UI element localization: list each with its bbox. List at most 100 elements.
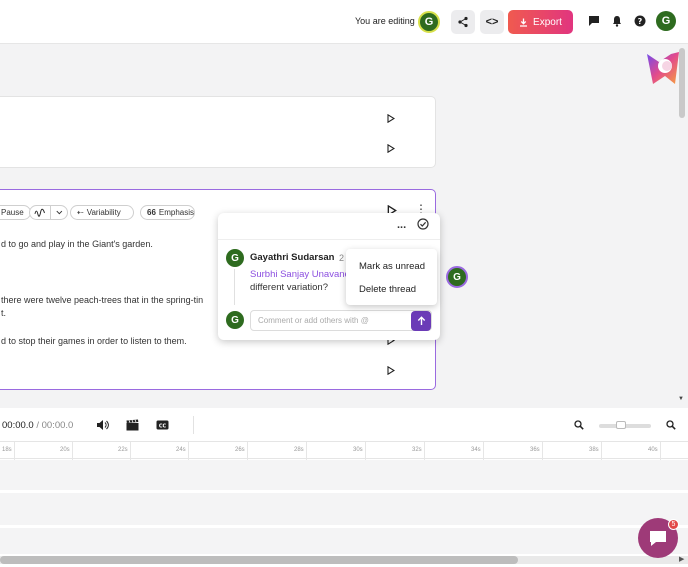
time-separator: / <box>33 420 42 431</box>
thread-context-menu <box>346 249 437 305</box>
chat-bubble-icon <box>650 531 666 546</box>
send-comment-button[interactable] <box>411 311 431 331</box>
chip-divider <box>50 206 52 219</box>
play-icon[interactable] <box>387 114 395 123</box>
zoom-in-icon[interactable] <box>666 420 676 430</box>
ruler-label: 32s <box>412 447 422 453</box>
play-icon[interactable] <box>387 144 395 153</box>
ruler-tick <box>188 442 189 460</box>
captions-icon[interactable]: CC <box>156 419 169 431</box>
popup-divider <box>218 239 440 240</box>
ruler-label: 36s <box>530 447 540 453</box>
ruler-tick <box>130 442 131 460</box>
notifications-button[interactable] <box>610 14 624 28</box>
ruler-label: 26s <box>235 447 245 453</box>
ruler-label: 20s <box>60 447 70 453</box>
more-options-icon[interactable]: ⋮ <box>415 203 427 215</box>
pause-chip[interactable]: Pause <box>0 205 31 220</box>
export-label: Export <box>533 16 562 28</box>
script-line[interactable]: d to go and play in the Giant's garden. <box>1 239 153 249</box>
comment-icon <box>589 16 599 26</box>
reply-comment-input[interactable] <box>250 310 432 331</box>
comment-text: different variation? <box>250 282 328 293</box>
delete-thread-menu-item[interactable]: Delete thread <box>359 284 416 295</box>
help-icon: ? <box>634 15 646 27</box>
ruler-tick <box>601 442 602 460</box>
resolve-thread-icon[interactable] <box>417 218 429 230</box>
timeline-ruler[interactable]: 18s 20s 22s 24s 26s 28s 30s 32s 34s 36s … <box>0 441 688 460</box>
emphasis-chip-label: Emphasis <box>158 208 195 217</box>
script-line[interactable]: d to stop their games in order to listen… <box>1 336 187 346</box>
script-line[interactable]: there were twelve peach-trees that in th… <box>1 295 203 305</box>
ruler-tick <box>365 442 366 460</box>
ruler-tick <box>247 442 248 460</box>
chat-unread-badge: 5 <box>668 519 679 530</box>
arrow-up-icon <box>417 316 425 325</box>
timeline-track[interactable] <box>0 493 688 525</box>
emphasis-chip[interactable]: 66 Emphasis <box>140 205 195 220</box>
playback-time: 00:00.0 / 00:00.0 <box>2 420 73 431</box>
comment-timestamp: 2 <box>339 253 345 263</box>
quote-icon: 66 <box>147 208 156 217</box>
toolbar-divider <box>193 416 194 434</box>
comment-author-avatar: G <box>226 249 244 267</box>
ruler-label: 30s <box>353 447 363 453</box>
variability-chip-label: Variability <box>86 208 121 217</box>
share-button[interactable] <box>451 10 475 34</box>
scroll-right-arrow[interactable]: ▶ <box>679 555 684 563</box>
thread-more-options-icon[interactable]: ... <box>397 219 406 231</box>
script-block-1[interactable] <box>0 96 436 168</box>
ruler-label: 40s <box>648 447 658 453</box>
volume-icon[interactable] <box>96 419 109 431</box>
ruler-label: 34s <box>471 447 481 453</box>
ruler-tick <box>72 442 73 460</box>
scene-icon[interactable] <box>126 419 139 431</box>
zoom-slider-thumb[interactable] <box>616 421 626 429</box>
chevron-down-icon <box>56 210 63 215</box>
ruler-label: 24s <box>176 447 186 453</box>
svg-text:?: ? <box>638 17 643 26</box>
ruler-label: 28s <box>294 447 304 453</box>
reply-avatar: G <box>226 311 244 329</box>
comment-author-name: Gayathri Sudarsan <box>250 252 335 263</box>
scroll-down-arrow[interactable]: ▼ <box>678 396 684 402</box>
timeline-track[interactable] <box>0 528 688 554</box>
mark-as-unread-menu-item[interactable]: Mark as unread <box>359 261 425 272</box>
editing-status-label: You are editing <box>355 16 415 26</box>
export-button[interactable]: Export <box>508 10 573 34</box>
current-time: 00:00.0 <box>2 420 34 431</box>
comment-mention[interactable]: Surbhi Sanjay Unavane <box>250 269 350 280</box>
top-bar <box>0 0 688 44</box>
ruler-label: 38s <box>589 447 599 453</box>
user-avatar[interactable]: G <box>656 11 676 31</box>
timeline-track[interactable] <box>0 460 688 490</box>
ruler-tick <box>483 442 484 460</box>
share-icon <box>458 16 468 28</box>
brand-logo-icon <box>647 52 679 84</box>
bell-icon <box>613 16 621 27</box>
horizontal-scrollbar-thumb[interactable] <box>0 556 518 564</box>
svg-text:CC: CC <box>159 424 167 430</box>
thread-line <box>234 269 235 305</box>
comments-button[interactable] <box>587 14 601 28</box>
ruler-tick <box>542 442 543 460</box>
editor-avatar[interactable]: G <box>418 11 440 33</box>
variability-chip[interactable]: ⇠ Variability <box>70 205 134 220</box>
ruler-tick <box>14 442 15 460</box>
vertical-scrollbar[interactable] <box>679 48 685 118</box>
zoom-out-icon[interactable] <box>574 420 584 430</box>
total-time: 00:00.0 <box>41 420 74 431</box>
ruler-label: 22s <box>118 447 128 453</box>
download-icon <box>520 18 528 27</box>
ruler-tick <box>306 442 307 460</box>
voice-style-dropdown[interactable] <box>29 205 68 220</box>
ruler-label: 18s <box>2 447 12 453</box>
comment-marker-avatar[interactable]: G <box>446 266 468 288</box>
ruler-tick <box>660 442 661 460</box>
variability-icon: ⇠ <box>77 208 84 217</box>
script-line[interactable]: t. <box>1 308 6 318</box>
embed-button[interactable]: <> <box>480 10 504 34</box>
voice-wave-icon <box>34 208 45 217</box>
help-button[interactable]: ? <box>633 14 647 28</box>
play-icon[interactable] <box>387 366 395 375</box>
